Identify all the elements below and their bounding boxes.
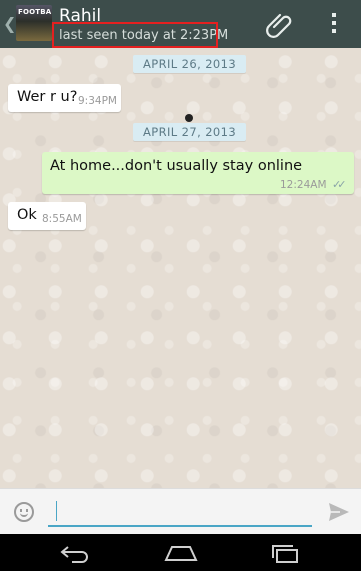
chat-header: ❮ FOOTBALL Rahil last seen today at 2:23… <box>0 0 361 48</box>
home-icon[interactable] <box>163 543 199 563</box>
paperclip-icon[interactable] <box>266 10 294 38</box>
message-bubble-incoming[interactable]: Ok 8:55AM <box>8 202 86 230</box>
message-text: At home...don't usually stay online <box>50 158 303 174</box>
message-time: 12:24AM <box>280 179 327 191</box>
smiley-icon[interactable] <box>14 502 34 522</box>
highlight-box <box>52 22 218 48</box>
message-composer <box>0 488 361 535</box>
message-text: Ok <box>17 207 37 223</box>
avatar[interactable]: FOOTBALL <box>16 5 52 41</box>
double-check-icon: ✓✓ <box>332 178 347 191</box>
message-text: Wer r u? <box>17 89 78 105</box>
chevron-left-icon[interactable]: ❮ <box>3 14 16 33</box>
send-icon[interactable] <box>328 502 350 522</box>
overflow-menu-icon[interactable] <box>330 13 338 35</box>
message-time: 8:55AM <box>42 213 82 225</box>
scroll-indicator-dot <box>185 114 193 122</box>
avatar-text: FOOTBALL <box>18 8 52 16</box>
message-bubble-incoming[interactable]: Wer r u? 9:34PM <box>8 84 121 112</box>
conversation-area[interactable]: APRIL 26, 2013 Wer r u? 9:34PM APRIL 27,… <box>0 48 361 488</box>
system-navigation-bar <box>0 534 361 571</box>
recents-icon[interactable] <box>268 543 304 563</box>
date-divider: APRIL 27, 2013 <box>133 123 247 141</box>
message-input[interactable] <box>48 497 312 527</box>
message-time: 9:34PM <box>78 95 117 107</box>
date-divider: APRIL 26, 2013 <box>133 55 247 73</box>
message-bubble-outgoing[interactable]: At home...don't usually stay online 12:2… <box>42 152 354 194</box>
back-arrow-icon[interactable] <box>58 543 94 563</box>
text-cursor <box>56 501 57 521</box>
